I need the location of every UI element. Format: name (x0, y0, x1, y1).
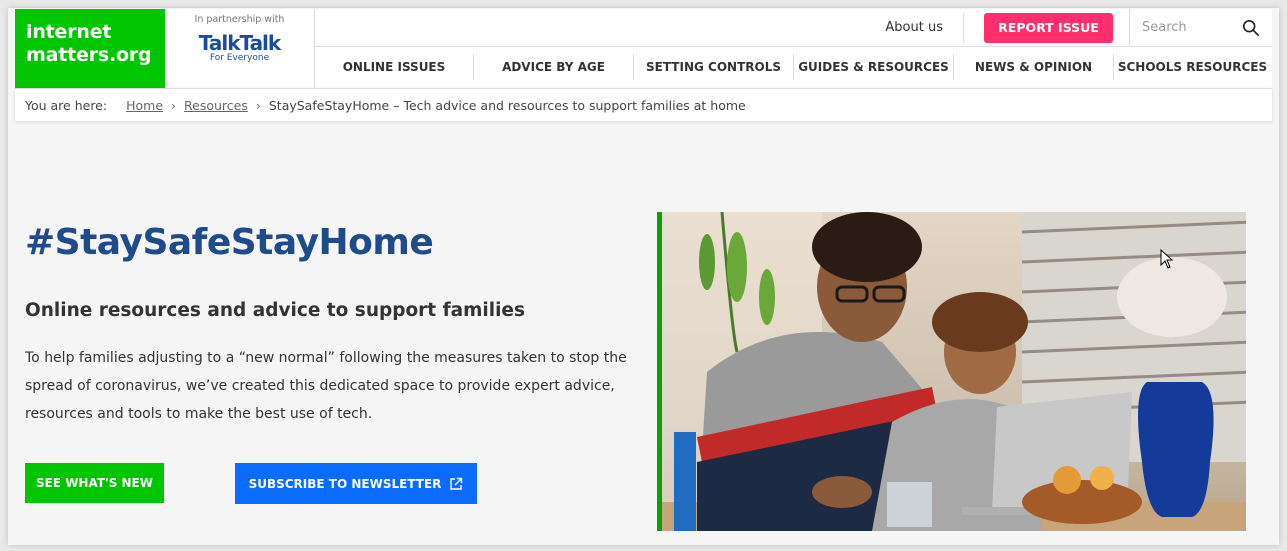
menu-online-issues[interactable]: ONLINE ISSUES (315, 54, 474, 80)
subscribe-label: SUBSCRIBE TO NEWSLETTER (248, 476, 442, 491)
menu-news-opinion[interactable]: NEWS & OPINION (954, 54, 1114, 80)
hero-image (657, 212, 1246, 531)
page-frame: internet matters.org In partnership with… (8, 8, 1279, 545)
partner-label: In partnership with (194, 14, 285, 25)
page-title: #StaySafeStayHome (25, 222, 434, 263)
logo-line-1: internet (26, 21, 112, 43)
mouse-cursor-icon (1160, 249, 1174, 269)
search-icon[interactable] (1242, 18, 1260, 38)
breadcrumb-prefix: You are here: (25, 97, 108, 113)
site-header: internet matters.org In partnership with… (15, 8, 1272, 88)
partner-block: In partnership with TalkTalk For Everyon… (165, 9, 315, 88)
internet-matters-logo[interactable]: internet matters.org (15, 9, 165, 88)
menu-setting-controls[interactable]: SETTING CONTROLS (634, 54, 794, 80)
external-link-icon (450, 477, 463, 490)
nav-area: About us REPORT ISSUE ONLINE ISSUES ADVI… (315, 8, 1272, 88)
menu-advice-by-age[interactable]: ADVICE BY AGE (474, 54, 634, 80)
search-input[interactable] (1142, 20, 1242, 35)
talktalk-tagline: For Everyone (209, 53, 270, 63)
breadcrumb-home[interactable]: Home (126, 98, 163, 113)
main-menu: ONLINE ISSUES ADVICE BY AGE SETTING CONT… (315, 47, 1272, 87)
logo-line-2: matters.org (26, 44, 152, 66)
intro-text: To help families adjusting to a “new nor… (25, 350, 627, 422)
subscribe-newsletter-button[interactable]: SUBSCRIBE TO NEWSLETTER (235, 463, 477, 504)
menu-guides-resources[interactable]: GUIDES & RESOURCES (794, 54, 954, 80)
utility-nav: About us REPORT ISSUE (315, 8, 1272, 47)
glass (887, 482, 932, 527)
menu-schools-resources[interactable]: SCHOOLS RESOURCES (1114, 54, 1271, 80)
page-subtitle: Online resources and advice to support f… (25, 300, 525, 321)
breadcrumb: You are here: Home › Resources › StaySaf… (15, 88, 1272, 121)
breadcrumb-current: StaySafeStayHome – Tech advice and resou… (268, 97, 746, 113)
report-issue-button[interactable]: REPORT ISSUE (984, 12, 1113, 43)
breadcrumb-separator: › (255, 97, 261, 113)
see-whats-new-button[interactable]: SEE WHAT'S NEW (25, 463, 164, 503)
breadcrumb-resources[interactable]: Resources (184, 98, 248, 113)
fruit-bowl (1022, 480, 1142, 524)
talktalk-logo[interactable]: TalkTalk (165, 33, 314, 53)
about-us-link[interactable]: About us (865, 12, 964, 43)
breadcrumb-separator: › (171, 97, 177, 113)
chair (674, 432, 696, 531)
search-box (1129, 8, 1272, 47)
family-photo-illustration (662, 212, 1246, 531)
